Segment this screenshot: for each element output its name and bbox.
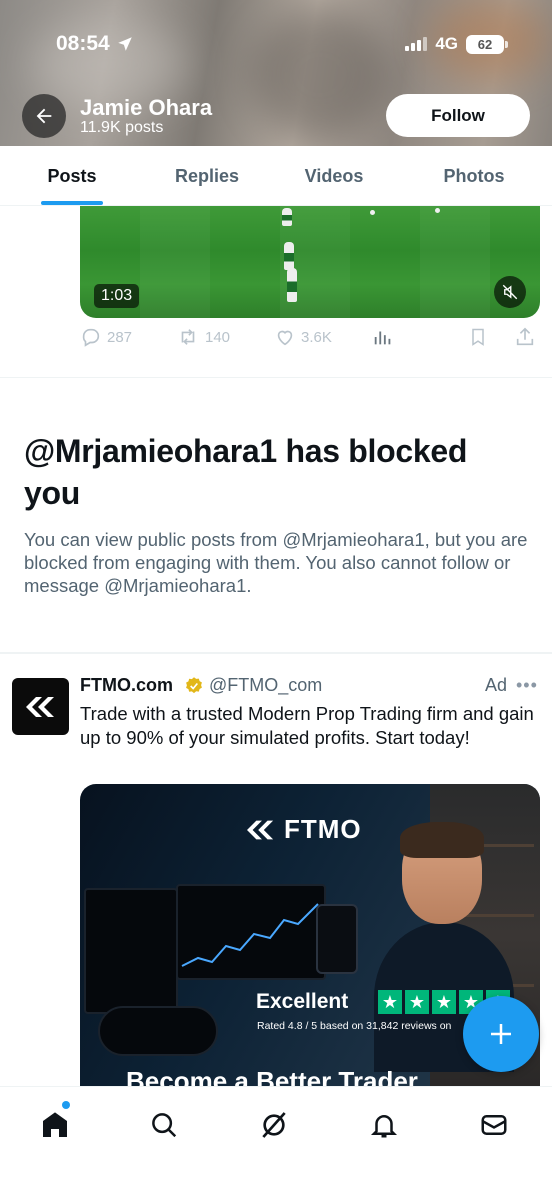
compose-button[interactable] <box>463 996 539 1072</box>
notification-dot <box>62 1101 70 1109</box>
blocked-title: @Mrjamieohara1 has blocked you <box>24 433 468 511</box>
share-button[interactable] <box>514 326 536 348</box>
home-icon <box>43 1112 67 1137</box>
video-player[interactable]: 1:03 <box>80 206 540 318</box>
status-time: 08:54 <box>56 32 134 56</box>
tab-photos[interactable]: Photos <box>414 146 534 206</box>
tab-videos[interactable]: Videos <box>274 146 394 206</box>
active-tab-indicator <box>41 201 103 205</box>
more-options-icon[interactable]: ••• <box>516 675 538 696</box>
ad-account-name[interactable]: FTMO.com <box>80 675 173 696</box>
analytics-icon <box>374 331 391 345</box>
app-screen: 08:54 4G 62 Jamie Ohara 11.9K posts Foll… <box>0 0 552 1200</box>
clock: 08:54 <box>56 32 110 55</box>
blocked-message: You can view public posts from @Mrjamieo… <box>24 529 528 596</box>
ball <box>435 208 440 213</box>
reply-icon <box>82 328 100 347</box>
star-icon: ★ <box>432 990 456 1014</box>
back-button[interactable] <box>22 94 66 138</box>
nav-grok[interactable] <box>254 1105 294 1145</box>
bottom-navigation <box>0 1086 552 1200</box>
ad-brand-logo: FTMO <box>244 814 362 845</box>
tab-replies[interactable]: Replies <box>148 146 266 206</box>
volume-muted-icon <box>502 284 518 300</box>
football-player <box>282 208 292 226</box>
like-count: 3.6K <box>301 328 332 346</box>
reply-button[interactable]: 287 <box>80 326 132 348</box>
profile-name: Jamie Ohara <box>80 95 213 120</box>
presenter-photo <box>374 804 514 1072</box>
football-player <box>284 242 294 270</box>
nav-notifications[interactable] <box>364 1105 404 1145</box>
chart-graphic <box>181 903 319 967</box>
bookmark-icon <box>472 328 484 346</box>
repost-count: 140 <box>205 328 231 346</box>
share-icon <box>516 327 534 346</box>
rating-word: Excellent <box>256 990 349 1013</box>
heart-icon <box>277 330 293 346</box>
ad-handle[interactable]: @FTMO_com <box>209 675 322 696</box>
star-icon: ★ <box>378 990 402 1014</box>
monitor <box>84 888 178 1014</box>
ad-brand-name: FTMO <box>284 814 362 844</box>
nav-search[interactable] <box>144 1105 184 1145</box>
profile-tabs: Posts Replies Videos Photos <box>0 146 552 206</box>
verified-gold-icon <box>186 677 202 694</box>
nav-messages[interactable] <box>474 1105 514 1145</box>
ad-text: Trade with a trusted Modern Prop Trading… <box>80 703 534 748</box>
monitor <box>176 884 326 980</box>
repost-icon <box>181 329 195 345</box>
banner-blur <box>250 10 390 140</box>
video-duration: 1:03 <box>94 284 140 308</box>
star-icon: ★ <box>405 990 429 1014</box>
repost-button[interactable]: 140 <box>176 326 230 348</box>
ad-headline: Become a Better Trader <box>126 1066 418 1086</box>
grok-icon <box>262 1112 286 1138</box>
tab-posts[interactable]: Posts <box>12 146 132 206</box>
phone-in-hand <box>316 904 358 974</box>
battery-icon: 62 <box>466 34 508 54</box>
football-player <box>287 268 297 302</box>
notifications-icon <box>370 1115 398 1138</box>
follow-button[interactable]: Follow <box>386 94 530 137</box>
network-label: 4G <box>435 34 458 53</box>
status-indicators: 4G 62 <box>405 34 508 54</box>
post-actions: 287 140 3.6K <box>80 326 540 354</box>
signal-icon <box>405 37 428 51</box>
location-arrow-icon <box>117 37 132 51</box>
nav-home[interactable] <box>35 1105 75 1145</box>
bookmark-button[interactable] <box>468 326 488 348</box>
profile-posts-count: 11.9K posts <box>80 119 164 136</box>
ball <box>370 210 375 215</box>
arrow-left-icon <box>36 108 52 124</box>
plus-icon <box>491 1024 511 1044</box>
ad-label: Ad <box>485 675 508 695</box>
rating-detail: Rated 4.8 / 5 based on 31,842 reviews on <box>257 1020 452 1032</box>
messages-icon <box>481 1115 507 1135</box>
battery-level: 62 <box>477 36 493 52</box>
ftmo-logo-icon <box>25 696 54 717</box>
like-button[interactable]: 3.6K <box>274 326 332 348</box>
reply-count: 287 <box>107 328 133 346</box>
ad-avatar[interactable] <box>12 678 69 735</box>
divider <box>0 652 552 654</box>
mute-button[interactable] <box>494 276 526 308</box>
desk-item <box>98 1006 218 1056</box>
ad-header: FTMO.com @FTMO_com Ad ••• <box>80 675 540 699</box>
ftmo-logo-icon <box>247 820 274 839</box>
views-button[interactable] <box>372 326 394 348</box>
profile-header: 08:54 4G 62 Jamie Ohara 11.9K posts Foll… <box>0 0 552 146</box>
search-icon <box>152 1113 177 1138</box>
divider <box>0 377 552 378</box>
